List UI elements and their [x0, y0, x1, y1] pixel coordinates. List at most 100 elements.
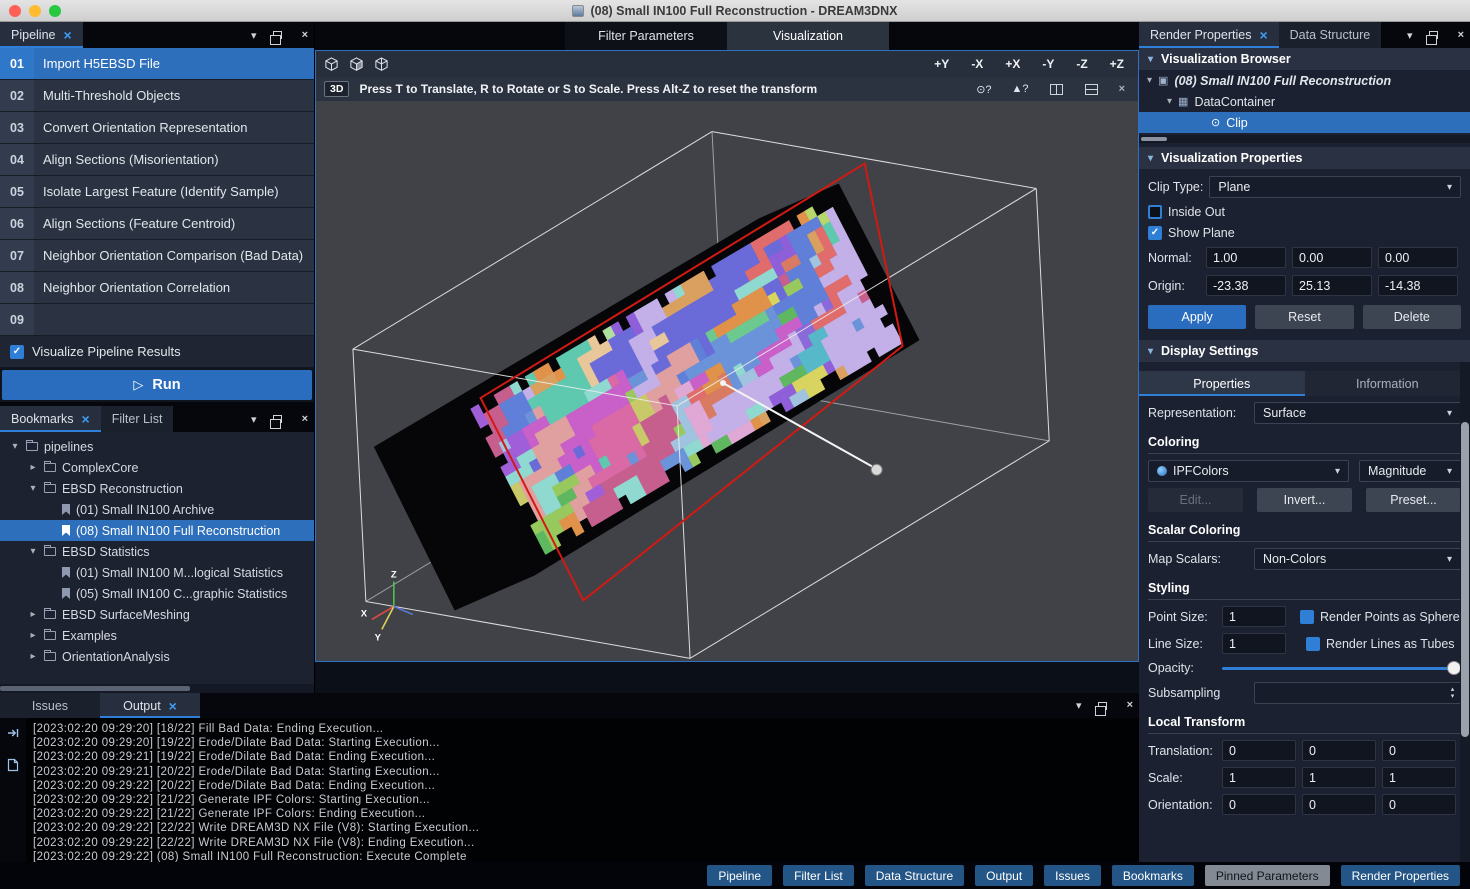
subsampling-spinbox[interactable]: ▴ ▾ [1254, 682, 1461, 704]
toggle-filter-list-button[interactable]: Filter List [783, 865, 854, 886]
bookmark-item-selected[interactable]: (08) Small IN100 Full Reconstruction [0, 520, 314, 541]
close-panel-icon[interactable]: × [1452, 22, 1470, 48]
tab-display-information[interactable]: Information [1305, 371, 1470, 396]
translation-x-input[interactable] [1222, 740, 1296, 761]
bookmark-folder[interactable]: ▾ EBSD Reconstruction [0, 478, 314, 499]
close-tab-icon[interactable]: × [1259, 28, 1267, 42]
representation-dropdown[interactable]: Surface ▾ [1254, 402, 1461, 424]
opacity-slider[interactable] [1222, 660, 1461, 676]
tab-issues[interactable]: Issues [0, 693, 100, 718]
edit-colors-button[interactable]: Edit... [1148, 488, 1243, 512]
subsampling-input[interactable] [1255, 683, 1445, 703]
bookmarks-horizontal-scrollbar[interactable] [0, 684, 314, 693]
view-axis-button[interactable]: -X [965, 57, 989, 71]
browser-item-clip[interactable]: ⊙ Clip [1139, 112, 1470, 133]
show-plane-checkbox[interactable]: ✓ [1148, 226, 1162, 240]
bookmark-item[interactable]: (05) Small IN100 C...graphic Statistics [0, 583, 314, 604]
panel-scrollbar-thumb[interactable] [1461, 422, 1469, 737]
orientation-x-input[interactable] [1222, 794, 1296, 815]
toggle-render-properties-button[interactable]: Render Properties [1341, 865, 1460, 886]
bookmark-folder[interactable]: ▾ EBSD Statistics [0, 541, 314, 562]
transform-help-icon[interactable]: ▲? [1007, 83, 1034, 95]
bookmark-folder[interactable]: ▸ Examples [0, 625, 314, 646]
component-dropdown[interactable]: Magnitude ▾ [1359, 460, 1461, 482]
pipeline-step[interactable]: 07 Neighbor Orientation Comparison (Bad … [0, 240, 314, 272]
tab-menu-caret-icon[interactable]: ▾ [1070, 693, 1088, 718]
origin-x-input[interactable] [1206, 275, 1286, 296]
visualize-results-checkbox[interactable]: ✓ [10, 345, 24, 359]
chevron-right-icon[interactable]: ▸ [28, 651, 38, 662]
orientation-z-input[interactable] [1382, 794, 1456, 815]
split-horizontal-icon[interactable] [1085, 84, 1098, 95]
visibility-eye-icon[interactable]: ⊙ [1211, 116, 1220, 129]
color-array-dropdown[interactable]: IPFColors ▾ [1148, 460, 1349, 482]
close-panel-icon[interactable]: × [1121, 693, 1139, 718]
close-panel-icon[interactable]: × [296, 406, 314, 432]
scale-y-input[interactable] [1302, 767, 1376, 788]
bookmark-folder[interactable]: ▸ ComplexCore [0, 457, 314, 478]
toggle-output-button[interactable]: Output [975, 865, 1033, 886]
browser-horizontal-scrollbar[interactable] [1139, 135, 1470, 143]
opacity-slider-thumb[interactable] [1447, 661, 1461, 675]
render-points-checkbox[interactable] [1300, 610, 1314, 624]
tab-render-properties[interactable]: Render Properties × [1139, 22, 1279, 48]
pipeline-step[interactable]: 01 Import H5EBSD File [0, 48, 314, 80]
tab-bookmarks[interactable]: Bookmarks × [0, 406, 101, 432]
chevron-down-icon[interactable]: ▾ [28, 483, 38, 494]
pipeline-step[interactable]: 02 Multi-Threshold Objects [0, 80, 314, 112]
pipeline-step[interactable]: 05 Isolate Largest Feature (Identify Sam… [0, 176, 314, 208]
tab-visualization[interactable]: Visualization [727, 22, 889, 50]
view-axis-button[interactable]: +Y [928, 57, 955, 71]
chevron-right-icon[interactable]: ▸ [28, 609, 38, 620]
run-pipeline-button[interactable]: ▷ Run [2, 370, 312, 400]
translation-y-input[interactable] [1302, 740, 1376, 761]
close-tab-icon[interactable]: × [169, 699, 177, 713]
undock-panel-icon[interactable] [263, 22, 296, 48]
pipeline-step[interactable]: 08 Neighbor Orientation Correlation [0, 272, 314, 304]
bookmark-folder[interactable]: ▸ OrientationAnalysis [0, 646, 314, 667]
origin-z-input[interactable] [1378, 275, 1458, 296]
undock-panel-icon[interactable] [1419, 22, 1452, 48]
tab-filter-list[interactable]: Filter List [101, 406, 174, 432]
delete-button[interactable]: Delete [1363, 305, 1461, 329]
point-size-input[interactable] [1222, 606, 1286, 627]
close-view-icon[interactable]: × [1114, 84, 1130, 95]
bookmark-item[interactable]: (01) Small IN100 M...logical Statistics [0, 562, 314, 583]
visualize-results-row[interactable]: ✓ Visualize Pipeline Results [0, 336, 314, 368]
tab-menu-caret-icon[interactable]: ▾ [1401, 22, 1419, 48]
spin-down-icon[interactable]: ▾ [1451, 693, 1455, 700]
bookmark-item[interactable]: (01) Small IN100 Archive [0, 499, 314, 520]
render-lines-checkbox[interactable] [1306, 637, 1320, 651]
tab-output[interactable]: Output × [100, 693, 200, 718]
render-viewport[interactable]: ZXY [316, 101, 1138, 661]
bookmark-folder[interactable]: ▸ EBSD SurfaceMeshing [0, 604, 314, 625]
tab-display-properties[interactable]: Properties [1139, 371, 1305, 396]
toggle-issues-button[interactable]: Issues [1044, 865, 1101, 886]
origin-y-input[interactable] [1292, 275, 1372, 296]
reset-camera-icon[interactable] [324, 57, 339, 72]
close-panel-icon[interactable]: × [296, 22, 314, 48]
output-log[interactable]: [2023:02:20 09:29:20] [18/22] Fill Bad D… [26, 718, 1139, 862]
chevron-down-icon[interactable]: ▾ [10, 441, 20, 452]
chevron-right-icon[interactable]: ▸ [28, 630, 38, 641]
log-document-icon[interactable] [7, 758, 19, 777]
pipeline-step[interactable]: 03 Convert Orientation Representation [0, 112, 314, 144]
scrollbar-thumb[interactable] [0, 686, 190, 691]
toggle-data-structure-button[interactable]: Data Structure [865, 865, 964, 886]
toggle-bookmarks-button[interactable]: Bookmarks [1112, 865, 1194, 886]
display-settings-header[interactable]: ▾ Display Settings [1139, 340, 1470, 362]
tab-menu-caret-icon[interactable]: ▾ [245, 406, 263, 432]
normal-z-input[interactable] [1378, 247, 1458, 268]
chevron-right-icon[interactable]: ▸ [28, 462, 38, 473]
line-size-input[interactable] [1222, 633, 1286, 654]
tab-data-structure[interactable]: Data Structure [1279, 22, 1382, 48]
browser-item-reconstruction[interactable]: ▾ ▣ (08) Small IN100 Full Reconstruction [1139, 70, 1470, 91]
normal-y-input[interactable] [1292, 247, 1372, 268]
map-scalars-dropdown[interactable]: Non-Colors ▾ [1254, 548, 1461, 570]
pipeline-step[interactable]: 04 Align Sections (Misorientation) [0, 144, 314, 176]
inside-out-checkbox[interactable] [1148, 205, 1162, 219]
chevron-down-icon[interactable]: ▾ [28, 546, 38, 557]
scrollbar-thumb[interactable] [1141, 137, 1167, 141]
apply-button[interactable]: Apply [1148, 305, 1246, 329]
scale-z-input[interactable] [1382, 767, 1456, 788]
